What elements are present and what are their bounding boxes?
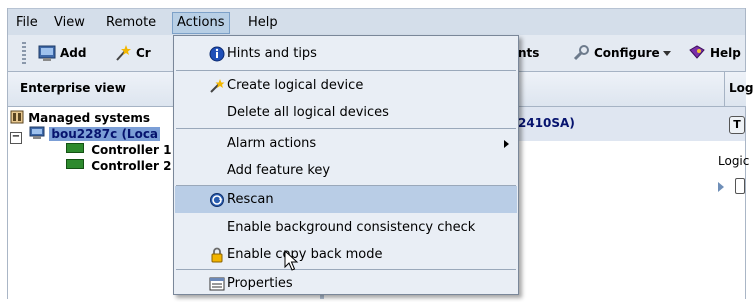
menu-item-add-feature-key[interactable]: Add feature key xyxy=(175,157,517,184)
managed-systems-icon xyxy=(10,110,24,124)
help-button-label: Help xyxy=(710,46,741,60)
logical-label: Logic xyxy=(718,154,750,168)
menu-item-properties-label: Properties xyxy=(227,276,293,291)
menu-view[interactable]: View xyxy=(50,13,89,33)
create-button[interactable]: Cr xyxy=(114,43,174,63)
help-book-icon xyxy=(688,44,706,62)
events-button[interactable]: nts xyxy=(518,43,558,63)
enterprise-view-title: Enterprise view xyxy=(20,81,126,95)
menu-item-hints-and-tips-label: Hints and tips xyxy=(227,46,317,61)
tree-item-controller-1[interactable]: Controller 1 xyxy=(66,142,172,158)
properties-icon xyxy=(209,275,225,291)
menu-item-rescan-label: Rescan xyxy=(227,192,274,207)
help-button[interactable]: Help xyxy=(688,43,744,63)
menu-separator xyxy=(176,70,516,71)
info-icon xyxy=(209,45,225,62)
rescan-icon xyxy=(209,191,225,207)
menu-actions-label: Actions xyxy=(177,15,225,30)
tree-item-system-label: bou2287c (Loca xyxy=(49,127,161,141)
menubar: File View Remote Actions Help xyxy=(8,8,745,36)
menu-item-enable-copy-back-mode-label: Enable copy back mode xyxy=(227,247,383,262)
menu-item-delete-all-logical-devices[interactable]: Delete all logical devices xyxy=(175,99,517,126)
wand-icon xyxy=(114,44,132,62)
logical-devices-header: Logi xyxy=(724,72,753,106)
menu-item-enable-background-consistency-check-label: Enable background consistency check xyxy=(227,220,476,235)
tree-item-controller-2-label: Controller 2 xyxy=(91,159,172,173)
events-button-label: nts xyxy=(518,46,540,60)
menu-item-alarm-actions[interactable]: Alarm actions xyxy=(175,130,517,157)
submenu-arrow-icon xyxy=(504,140,509,148)
tree-item-controller-1-label: Controller 1 xyxy=(91,143,172,157)
menu-item-delete-all-logical-devices-label: Delete all logical devices xyxy=(227,105,389,120)
configure-button[interactable]: Configure xyxy=(572,43,682,63)
logical-devices-header-label: Logi xyxy=(729,81,753,95)
menu-remote-label: Remote xyxy=(106,15,157,30)
actions-menu-dropdown: Hints and tips Create logical device Del… xyxy=(173,35,519,295)
tree-toggle-icon[interactable]: T xyxy=(729,116,745,134)
selected-controller-label: 2410SA) xyxy=(518,116,575,130)
menu-item-enable-background-consistency-check[interactable]: Enable background consistency check xyxy=(175,214,517,241)
device-icon xyxy=(735,178,745,194)
menu-view-label: View xyxy=(54,15,85,30)
toolbar-grip[interactable] xyxy=(22,42,26,64)
controller-icon xyxy=(66,143,84,153)
menu-item-create-logical-device[interactable]: Create logical device xyxy=(175,72,517,99)
mouse-cursor-icon xyxy=(284,249,300,272)
controller-icon xyxy=(66,159,84,169)
chevron-down-icon xyxy=(662,51,671,56)
menu-item-properties[interactable]: Properties xyxy=(175,270,517,297)
expand-arrow-icon[interactable] xyxy=(718,182,724,192)
tree-item-managed-systems-label: Managed systems xyxy=(28,111,150,125)
menu-file-label: File xyxy=(16,15,38,30)
add-button-label: Add xyxy=(60,46,87,60)
menu-item-alarm-actions-label: Alarm actions xyxy=(227,136,317,151)
menu-help[interactable]: Help xyxy=(244,13,282,33)
create-button-label: Cr xyxy=(136,46,151,60)
menu-item-create-logical-device-label: Create logical device xyxy=(227,78,364,93)
tree-item-managed-systems[interactable]: Managed systems xyxy=(10,110,150,126)
add-system-icon xyxy=(38,44,56,62)
menu-remote[interactable]: Remote xyxy=(102,13,160,33)
wand-icon xyxy=(209,77,225,93)
system-icon xyxy=(29,126,45,140)
menu-separator xyxy=(176,128,516,129)
menu-item-hints-and-tips[interactable]: Hints and tips xyxy=(175,40,517,67)
menu-file[interactable]: File xyxy=(12,13,42,33)
tree-item-system[interactable]: − bou2287c (Loca xyxy=(10,126,161,144)
tree-item-controller-2[interactable]: Controller 2 xyxy=(66,158,172,174)
collapse-toggle-icon[interactable]: − xyxy=(10,132,22,144)
menu-help-label: Help xyxy=(248,15,278,30)
add-button[interactable]: Add xyxy=(38,43,108,63)
wrench-icon xyxy=(572,44,590,62)
menu-item-enable-copy-back-mode[interactable]: Enable copy back mode xyxy=(175,241,517,268)
menu-item-rescan[interactable]: Rescan xyxy=(175,186,517,213)
menu-item-add-feature-key-label: Add feature key xyxy=(227,163,331,178)
configure-button-label: Configure xyxy=(594,46,660,60)
lock-icon xyxy=(209,246,225,263)
menu-actions[interactable]: Actions xyxy=(172,12,230,34)
